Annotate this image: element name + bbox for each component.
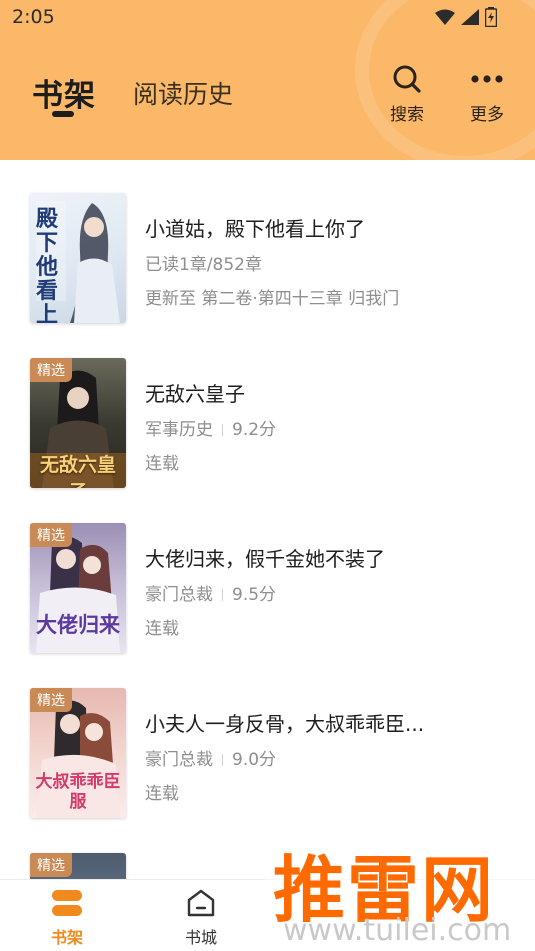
bookshelf-icon — [52, 890, 82, 916]
signal-icon — [461, 9, 479, 25]
book-genre: 豪门总裁 — [145, 585, 213, 605]
book-category-score: 豪门总裁 9.0分 — [145, 745, 276, 770]
featured-badge: 精选 — [30, 523, 72, 547]
status-time: 2:05 — [12, 6, 55, 28]
latest-chapter: 更新至 第二卷·第四十三章 归我门 — [145, 289, 400, 309]
book-title: 小道姑，殿下他看上你了 — [145, 217, 365, 241]
featured-badge: 精选 — [30, 358, 72, 382]
book-cover: 精选 大叔乖乖臣服 — [30, 688, 126, 818]
cover-title: 大叔乖乖臣服 — [35, 772, 121, 812]
status-bar: 2:05 — [0, 0, 535, 36]
book-item[interactable]: 精选 无敌六皇子 无敌六皇子 军事历史 9.2分 连载 — [0, 358, 535, 493]
cover-title: 殿下他看上你了 — [36, 206, 59, 323]
featured-badge: 精选 — [30, 688, 72, 712]
book-cover: 殿下他看上你了 — [30, 193, 126, 323]
book-title: 无敌六皇子 — [145, 382, 245, 406]
home-icon — [187, 889, 215, 917]
status-icons — [435, 7, 497, 27]
book-genre: 豪门总裁 — [145, 750, 213, 770]
book-status: 连载 — [145, 619, 179, 639]
book-cover: 精选 无敌六皇子 — [30, 358, 126, 488]
nav-bookstore[interactable]: 书城 — [161, 888, 241, 948]
book-title: 小夫人一身反骨，大叔乖乖臣... — [145, 712, 425, 736]
more-label: 更多 — [470, 105, 504, 125]
meta-divider — [222, 754, 223, 766]
nav-bookstore-label: 书城 — [184, 928, 217, 947]
more-dots-icon — [471, 75, 503, 83]
book-status: 连载 — [145, 784, 179, 804]
book-score: 9.2分 — [232, 420, 277, 440]
more-button[interactable]: 更多 — [457, 64, 517, 125]
read-progress: 已读1章/852章 — [145, 255, 262, 275]
search-icon — [393, 65, 421, 93]
book-title: 大佬归来，假千金她不装了 — [145, 547, 385, 571]
tab-bookshelf[interactable]: 书架 — [32, 70, 96, 115]
book-item[interactable]: 精选 大叔乖乖臣服 小夫人一身反骨，大叔乖乖臣... 豪门总裁 9.0分 连载 — [0, 688, 535, 823]
wifi-icon — [435, 9, 455, 25]
tab-reading-history[interactable]: 阅读历史 — [133, 75, 233, 111]
nav-bookshelf-label: 书架 — [50, 928, 83, 947]
meta-divider — [222, 589, 223, 601]
book-genre: 军事历史 — [145, 420, 213, 440]
site-watermark: 推雷网 www.tuilei.com — [265, 831, 535, 951]
watermark-url: www.tuilei.com — [283, 913, 512, 948]
book-status: 连载 — [145, 454, 179, 474]
app-header: 2:05 书架 阅读历史 搜索 更多 — [0, 0, 535, 160]
book-cover: 精选 大佬归来 — [30, 523, 126, 653]
featured-badge: 精选 — [30, 853, 72, 877]
book-score: 9.0分 — [232, 750, 277, 770]
search-button[interactable]: 搜索 — [377, 64, 437, 125]
battery-icon — [485, 7, 497, 27]
meta-divider — [222, 424, 223, 436]
search-label: 搜索 — [390, 105, 424, 125]
nav-bookshelf[interactable]: 书架 — [27, 888, 107, 948]
tab-active-indicator — [52, 111, 74, 117]
book-item[interactable]: 精选 大佬归来 大佬归来，假千金她不装了 豪门总裁 9.5分 连载 — [0, 523, 535, 658]
book-category-score: 豪门总裁 9.5分 — [145, 580, 276, 605]
cover-title: 无敌六皇子 — [39, 454, 116, 488]
cover-title: 大佬归来 — [36, 612, 120, 637]
book-item[interactable]: 殿下他看上你了 小道姑，殿下他看上你了 已读1章/852章 更新至 第二卷·第四… — [0, 193, 535, 328]
book-score: 9.5分 — [232, 585, 277, 605]
book-category-score: 军事历史 9.2分 — [145, 415, 276, 440]
